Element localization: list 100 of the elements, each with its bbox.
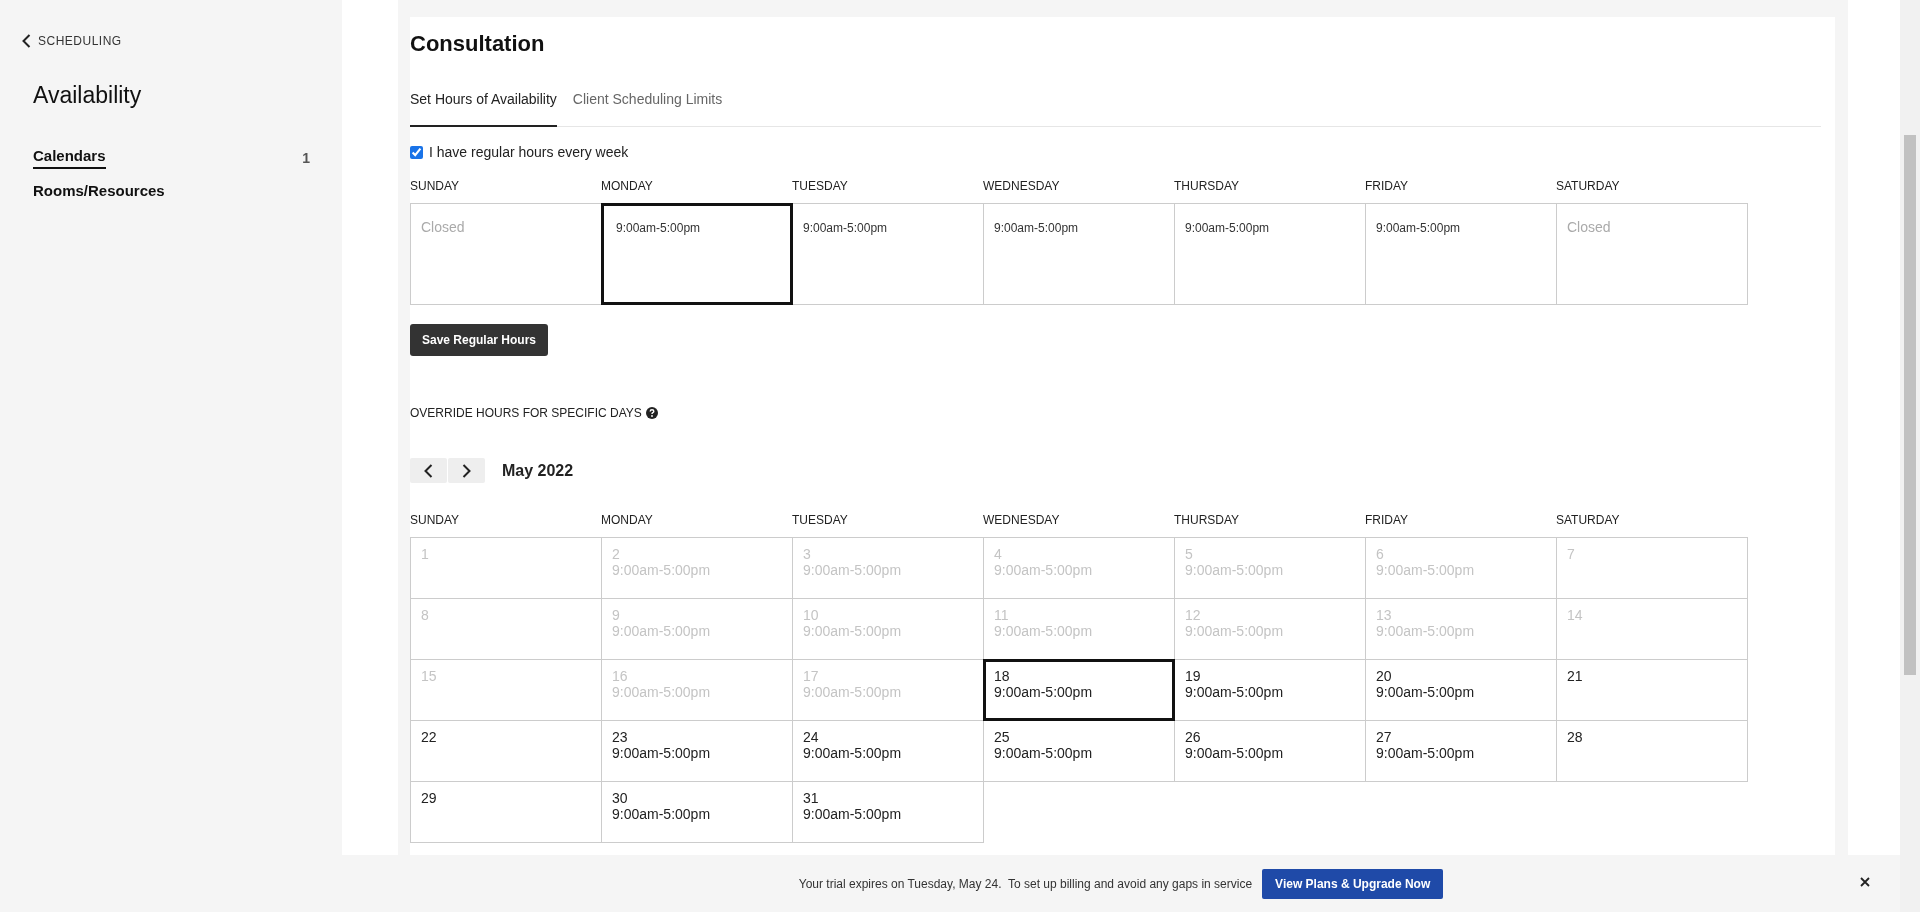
hours-text: 9:00am-5:00pm: [1376, 745, 1476, 761]
date-number: 5: [1185, 546, 1194, 562]
hours-text: 9:00am-5:00pm: [1185, 623, 1285, 639]
help-icon[interactable]: [645, 407, 658, 419]
date-number: 16: [612, 668, 629, 684]
next-month-button[interactable]: [448, 458, 485, 483]
date-number: 29: [421, 790, 438, 806]
date-number: 20: [1376, 668, 1393, 684]
chevron-right-icon: [462, 463, 471, 478]
day-header: SATURDAY: [1556, 179, 1621, 195]
date-number: 18: [994, 668, 1011, 684]
hours-text: Closed: [1567, 219, 1611, 235]
day-header: MONDAY: [601, 179, 654, 195]
hours-text: 9:00am-5:00pm: [1185, 221, 1270, 235]
day-header: SUNDAY: [410, 513, 461, 529]
date-number: 26: [1185, 729, 1202, 745]
hours-text: 9:00am-5:00pm: [803, 562, 903, 578]
calendar-day-cell[interactable]: 31 9:00am-5:00pm: [792, 781, 984, 843]
item-count: 1: [302, 150, 310, 166]
sidebar-title: Availability: [33, 82, 143, 109]
day-header: SATURDAY: [1556, 513, 1621, 529]
hours-text: 9:00am-5:00pm: [803, 745, 903, 761]
tab[interactable]: Set Hours of Availability: [410, 83, 557, 127]
day-header: FRIDAY: [1365, 179, 1410, 195]
hours-text: 9:00am-5:00pm: [803, 623, 903, 639]
date-number: 14: [1567, 607, 1584, 623]
day-hours-cell[interactable]: 9:00am-5:00pm: [1365, 203, 1557, 305]
hours-text: 9:00am-5:00pm: [1376, 623, 1476, 639]
date-number: 11: [994, 607, 1010, 623]
hours-text: 9:00am-5:00pm: [1185, 562, 1285, 578]
day-header: WEDNESDAY: [983, 179, 1061, 195]
calendar-day-cell[interactable]: 18 9:00am-5:00pm: [983, 659, 1175, 721]
regular-hours-checkbox[interactable]: [410, 145, 423, 159]
date-number: 22: [421, 729, 438, 745]
day-header: THURSDAY: [1174, 513, 1241, 529]
date-number: 2: [612, 546, 621, 562]
date-number: 21: [1567, 668, 1584, 684]
date-number: 28: [1567, 729, 1584, 745]
date-number: 10: [803, 607, 820, 623]
date-number: 30: [612, 790, 629, 806]
day-header: SUNDAY: [410, 179, 461, 195]
date-number: 9: [612, 607, 621, 623]
day-header: TUESDAY: [792, 179, 849, 195]
hours-text: Closed: [421, 219, 465, 235]
hours-text: 9:00am-5:00pm: [616, 221, 701, 235]
date-number: 15: [421, 668, 438, 684]
calendar-day-cell[interactable]: 28: [1556, 720, 1748, 782]
hours-text: 9:00am-5:00pm: [1185, 684, 1285, 700]
hours-text: 9:00am-5:00pm: [803, 684, 903, 700]
back-chevron-icon: [22, 34, 31, 48]
sidebar-item[interactable]: Rooms/Resources: [33, 182, 165, 204]
date-number: 19: [1185, 668, 1202, 684]
date-number: 8: [421, 607, 430, 623]
hours-text: 9:00am-5:00pm: [612, 745, 712, 761]
hours-text: 9:00am-5:00pm: [803, 806, 903, 822]
date-number: 6: [1376, 546, 1385, 562]
sidebar-item[interactable]: Calendars: [33, 147, 106, 169]
day-hours-cell[interactable]: 9:00am-5:00pm: [792, 203, 984, 305]
hours-text: 9:00am-5:00pm: [994, 221, 1079, 235]
hours-text: 9:00am-5:00pm: [612, 684, 712, 700]
back-link[interactable]: SCHEDULING: [22, 34, 122, 48]
hours-text: 9:00am-5:00pm: [1376, 684, 1476, 700]
section-label: OVERRIDE HOURS FOR SPECIFIC DAYS: [410, 406, 642, 420]
hours-text: 9:00am-5:00pm: [612, 806, 712, 822]
hours-text: 9:00am-5:00pm: [994, 562, 1094, 578]
day-header: MONDAY: [601, 513, 654, 529]
close-icon[interactable]: [1860, 877, 1870, 887]
hours-text: 9:00am-5:00pm: [994, 623, 1094, 639]
chevron-left-icon: [424, 463, 433, 478]
date-number: 31: [803, 790, 820, 806]
date-number: 27: [1376, 729, 1393, 745]
scrollbar[interactable]: [1900, 0, 1920, 912]
day-header: THURSDAY: [1174, 179, 1241, 195]
date-number: 24: [803, 729, 820, 745]
date-number: 13: [1376, 607, 1393, 623]
month-label: May 2022: [502, 461, 574, 480]
hours-text: 9:00am-5:00pm: [994, 745, 1094, 761]
date-number: 12: [1185, 607, 1202, 623]
day-header: FRIDAY: [1365, 513, 1410, 529]
hours-text: 9:00am-5:00pm: [612, 623, 712, 639]
date-number: 3: [803, 546, 812, 562]
hours-text: 9:00am-5:00pm: [1185, 745, 1285, 761]
date-number: 4: [994, 546, 1003, 562]
day-hours-cell[interactable]: 9:00am-5:00pm: [1174, 203, 1366, 305]
day-hours-cell[interactable]: 9:00am-5:00pm: [983, 203, 1175, 305]
tab[interactable]: Client Scheduling Limits: [572, 83, 723, 127]
day-hours-cell[interactable]: 9:00am-5:00pm: [601, 203, 793, 305]
day-header: WEDNESDAY: [983, 513, 1061, 529]
hours-text: 9:00am-5:00pm: [803, 221, 888, 235]
trial-message: Your trial expires on Tuesday, May 24. To set up billing and avoid any gaps in service: [798, 876, 1253, 891]
upgrade-button[interactable]: View Plans & Upgrade Now: [1262, 868, 1444, 899]
date-number: 1: [421, 546, 430, 562]
hours-text: 9:00am-5:00pm: [1376, 562, 1476, 578]
day-header: TUESDAY: [792, 513, 849, 529]
page-title: Consultation: [410, 30, 546, 57]
hours-text: 9:00am-5:00pm: [612, 562, 712, 578]
previous-month-button[interactable]: [410, 458, 447, 483]
hours-text: 9:00am-5:00pm: [994, 684, 1094, 700]
save-button[interactable]: Save Regular Hours: [410, 324, 549, 356]
calendar-day-cell[interactable]: 29: [410, 781, 602, 843]
